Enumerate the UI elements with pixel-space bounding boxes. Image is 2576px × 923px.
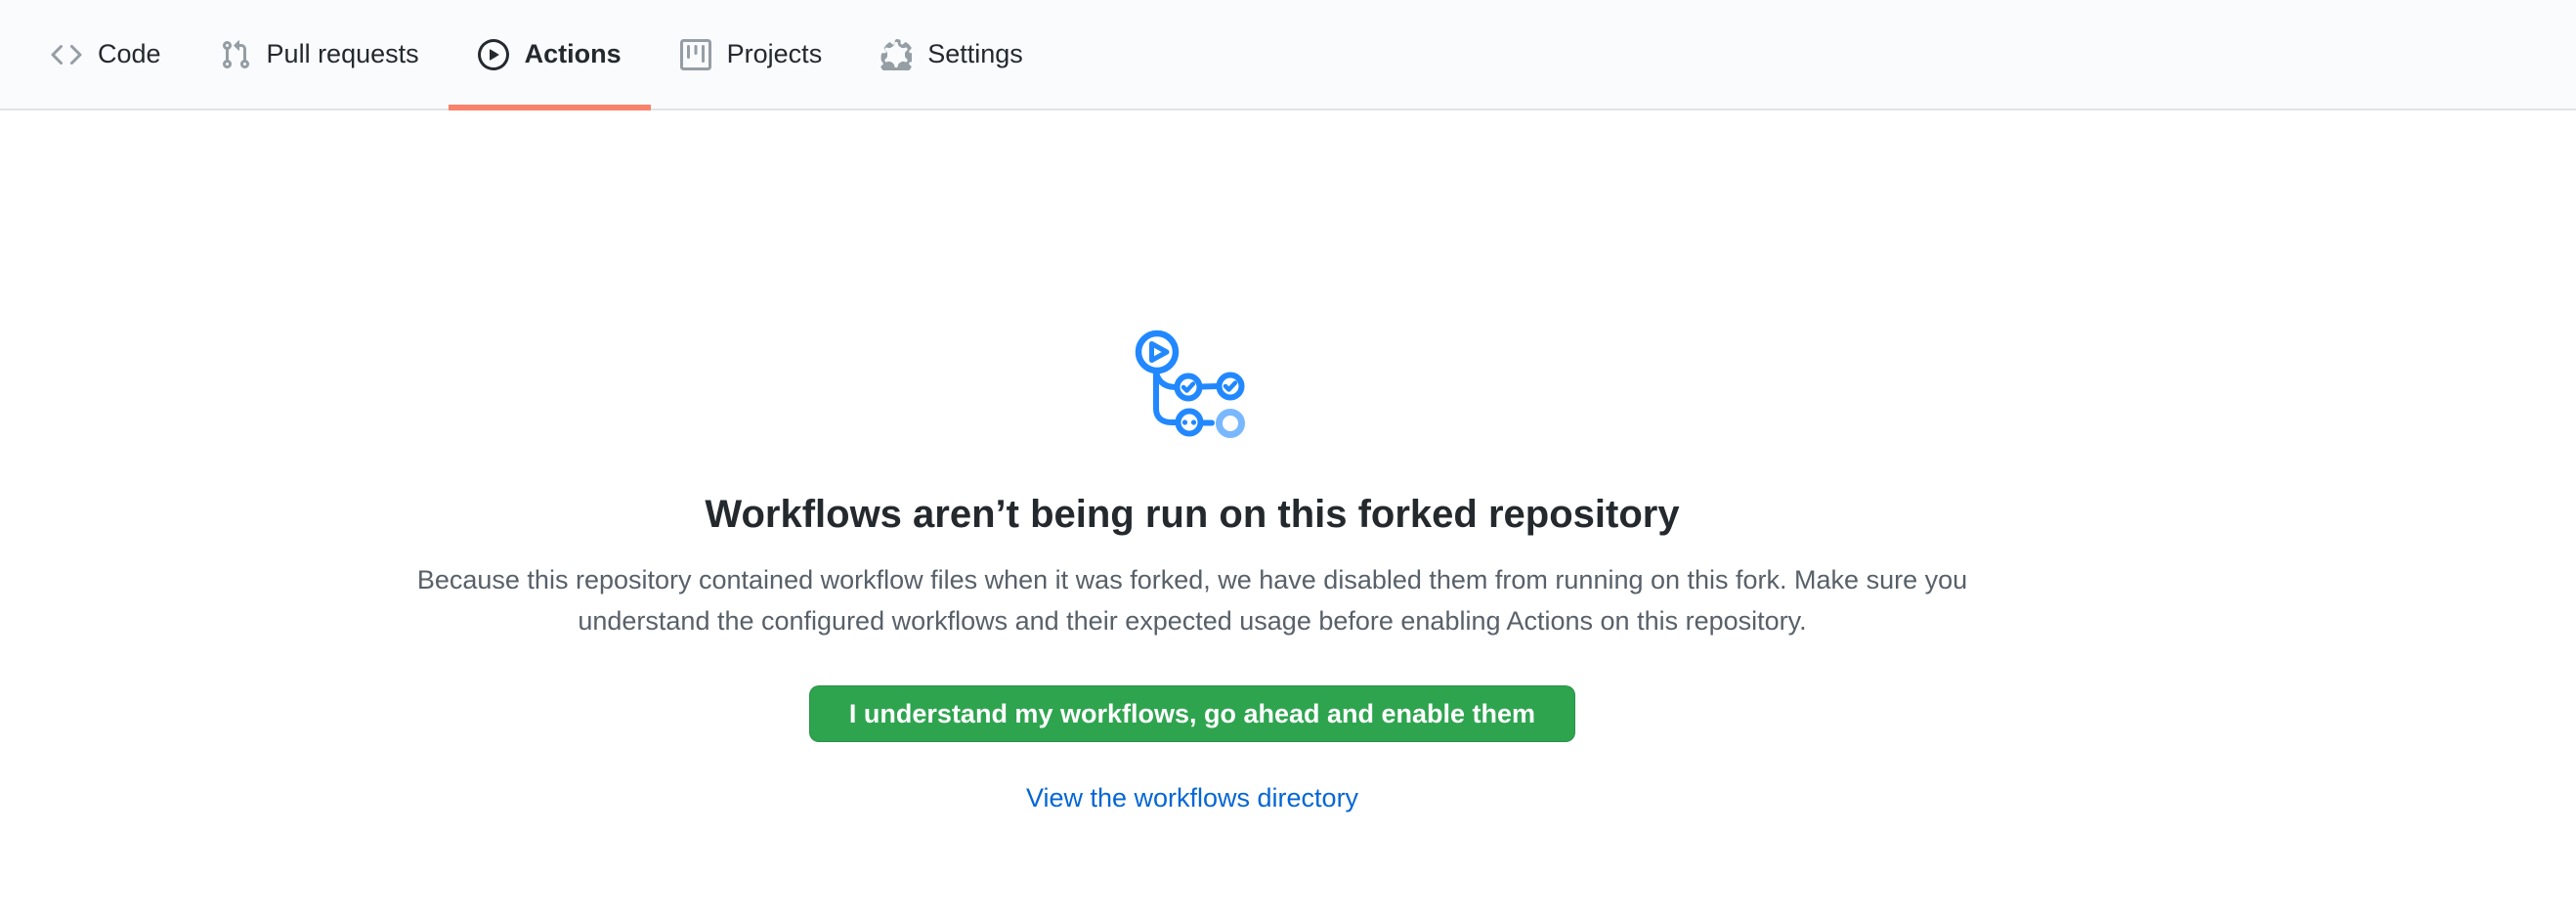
tab-pull-requests[interactable]: Pull requests bbox=[191, 0, 449, 109]
tab-code-label: Code bbox=[98, 41, 161, 67]
tab-projects[interactable]: Projects bbox=[651, 0, 852, 109]
repo-tab-nav: Code Pull requests Actions Projects Sett… bbox=[0, 0, 2576, 110]
view-workflows-directory-link[interactable]: View the workflows directory bbox=[1026, 783, 1358, 813]
play-icon bbox=[478, 39, 509, 70]
tab-settings-label: Settings bbox=[927, 41, 1023, 67]
tab-settings[interactable]: Settings bbox=[851, 0, 1052, 109]
code-icon bbox=[51, 39, 82, 70]
tab-actions[interactable]: Actions bbox=[449, 0, 651, 109]
workflows-link-row: View the workflows directory bbox=[0, 783, 2384, 813]
git-pull-request-icon bbox=[220, 39, 251, 70]
enable-button-row: I understand my workflows, go ahead and … bbox=[0, 641, 2384, 742]
tab-projects-label: Projects bbox=[727, 41, 823, 67]
tab-code[interactable]: Code bbox=[21, 0, 191, 109]
gear-icon bbox=[880, 39, 912, 70]
workflow-graph-icon bbox=[1133, 328, 1252, 443]
project-icon bbox=[680, 39, 711, 70]
tab-pull-requests-label: Pull requests bbox=[267, 41, 419, 67]
blankslate-description: Because this repository contained workfl… bbox=[396, 559, 1989, 641]
actions-blankslate: Workflows aren’t being run on this forke… bbox=[0, 110, 2384, 813]
enable-workflows-button[interactable]: I understand my workflows, go ahead and … bbox=[809, 685, 1575, 742]
blankslate-heading: Workflows aren’t being run on this forke… bbox=[0, 491, 2384, 538]
tab-actions-label: Actions bbox=[525, 41, 622, 67]
